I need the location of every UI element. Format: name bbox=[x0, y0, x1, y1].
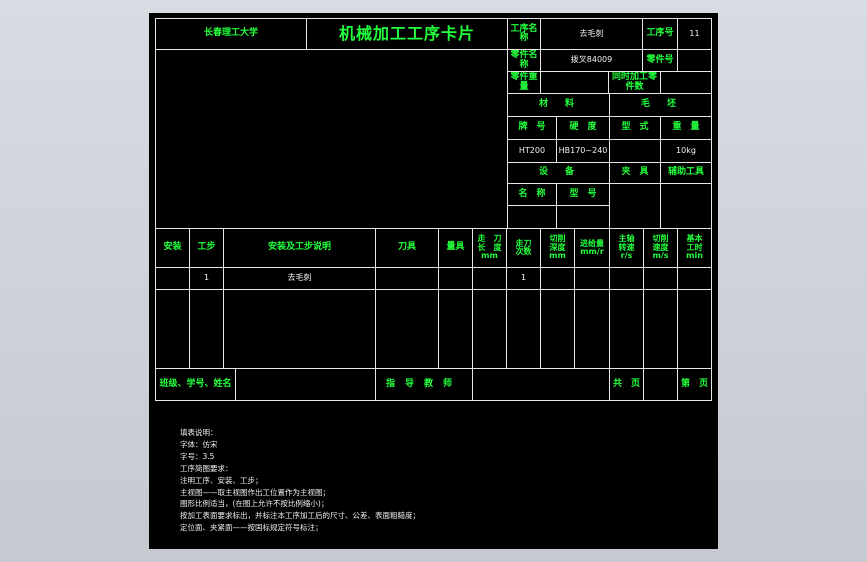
row1-description: 去毛刺 bbox=[223, 267, 376, 290]
blank-row-spindle bbox=[609, 289, 644, 369]
note-line: 字体：仿宋 bbox=[180, 439, 218, 449]
time-line-3: min bbox=[686, 251, 703, 261]
advisor-label: 指导教师 bbox=[375, 368, 473, 401]
blank-row-passes bbox=[506, 289, 541, 369]
signature-value bbox=[235, 368, 376, 401]
equipment-name-label: 名 称 bbox=[507, 183, 557, 206]
col-header-travel-length: 走 刀 长 度 mm bbox=[472, 228, 507, 268]
note-line: 工序简图要求： bbox=[180, 463, 233, 473]
process-no-label: 工序号 bbox=[642, 18, 678, 50]
row1-depth bbox=[540, 267, 575, 290]
hardness-value: HB170~240 bbox=[556, 139, 610, 163]
feed-line-2: mm/r bbox=[580, 247, 604, 256]
material-grade-value: HT200 bbox=[507, 139, 557, 163]
process-sketch-area bbox=[155, 49, 508, 229]
row1-time bbox=[677, 267, 712, 290]
depth-line-3: mm bbox=[549, 251, 566, 261]
col-header-cut-depth: 切削 深度 mm bbox=[540, 228, 575, 268]
blank-row-time bbox=[677, 289, 712, 369]
aux-tool-value bbox=[660, 183, 712, 229]
note-line: 填表说明： bbox=[180, 428, 218, 437]
part-weight-value bbox=[540, 71, 609, 94]
blank-row-travel bbox=[472, 289, 507, 369]
material-section-label: 材 料 bbox=[507, 93, 610, 117]
sheet-no-label: 第 页 bbox=[677, 368, 712, 401]
blank-row-speed bbox=[643, 289, 678, 369]
process-name-value: 去毛刺 bbox=[540, 18, 643, 50]
fixture-label: 夹 具 bbox=[609, 162, 661, 184]
filling-instructions: 填表说明： 字体：仿宋 字号：3.5 工序简图要求： 注明工序、安装、工步； 主… bbox=[180, 427, 420, 534]
note-line: 定位面、夹紧面——按国标规定符号标注； bbox=[180, 523, 323, 533]
blank-type-label: 型 式 bbox=[609, 116, 661, 140]
fixture-value bbox=[609, 183, 661, 229]
passes-line-2: 次数 bbox=[515, 247, 532, 256]
note-line: 字号：3.5 bbox=[180, 451, 215, 461]
col-header-description: 安装及工步说明 bbox=[223, 228, 376, 268]
card-title: 机械加工工序卡片 bbox=[306, 18, 508, 50]
spindle-line-3: r/s bbox=[620, 251, 633, 261]
part-no-label: 零件号 bbox=[642, 49, 678, 72]
blank-row-tool bbox=[375, 289, 439, 369]
equipment-model-label: 型 号 bbox=[556, 183, 610, 206]
material-grade-label: 牌 号 bbox=[507, 116, 557, 140]
row1-feed bbox=[574, 267, 610, 290]
col-header-step: 工步 bbox=[189, 228, 224, 268]
row1-travel bbox=[472, 267, 507, 290]
col-header-spindle-speed: 主轴 转速 r/s bbox=[609, 228, 644, 268]
part-weight-label: 零件重量 bbox=[507, 71, 541, 94]
row1-passes: 1 bbox=[506, 267, 541, 290]
school-name: 长春理工大学 bbox=[155, 18, 307, 50]
blank-weight-label: 重 量 bbox=[660, 116, 712, 140]
blank-row-step bbox=[189, 289, 224, 369]
signature-label: 班级、学号、姓名 bbox=[155, 368, 236, 401]
blank-row-description bbox=[223, 289, 376, 369]
blank-section-label: 毛 坯 bbox=[609, 93, 712, 117]
row1-gauge bbox=[438, 267, 473, 290]
same-time-parts-label: 同时加工零件数 bbox=[608, 71, 661, 94]
part-no-value bbox=[677, 49, 712, 72]
sheet-total-value bbox=[643, 368, 678, 401]
speed-line-3: m/s bbox=[652, 251, 669, 261]
row1-tool bbox=[375, 267, 439, 290]
col-header-basic-time: 基本 工时 min bbox=[677, 228, 712, 268]
hardness-label: 硬 度 bbox=[556, 116, 610, 140]
sheet-total-label: 共 页 bbox=[609, 368, 644, 401]
part-name-value: 拨叉84009 bbox=[540, 49, 643, 72]
travel-line-3: mm bbox=[481, 251, 498, 261]
blank-row-depth bbox=[540, 289, 575, 369]
col-header-cut-speed: 切削 速度 m/s bbox=[643, 228, 678, 268]
advisor-value bbox=[472, 368, 610, 401]
row1-speed bbox=[643, 267, 678, 290]
note-line: 图形比例适当，(在图上允许不按比例缩小)； bbox=[180, 499, 329, 509]
process-no-value: 11 bbox=[677, 18, 712, 50]
row1-setup bbox=[155, 267, 190, 290]
col-header-tool: 刀具 bbox=[375, 228, 439, 268]
blank-row-feed bbox=[574, 289, 610, 369]
process-name-label: 工序名称 bbox=[507, 18, 541, 50]
blank-row-setup bbox=[155, 289, 190, 369]
note-line: 按加工表面要求标出，并标注本工序加工后的尺寸、公差、表面粗糙度； bbox=[180, 511, 420, 521]
blank-type-value bbox=[609, 139, 661, 163]
aux-tool-label: 辅助工具 bbox=[660, 162, 712, 184]
col-header-gauge: 量具 bbox=[438, 228, 473, 268]
col-header-feed: 进给量 mm/r bbox=[574, 228, 610, 268]
equipment-label: 设 备 bbox=[507, 162, 610, 184]
part-name-label: 零件名称 bbox=[507, 49, 541, 72]
same-time-parts-value bbox=[660, 71, 712, 94]
note-line: 注明工序、安装、工步； bbox=[180, 475, 263, 485]
equipment-model-value bbox=[556, 205, 610, 229]
row1-spindle bbox=[609, 267, 644, 290]
blank-row-gauge bbox=[438, 289, 473, 369]
row1-step: 1 bbox=[189, 267, 224, 290]
note-line: 主视图——取主视图作出工位置作为主视图； bbox=[180, 487, 330, 497]
equipment-name-value bbox=[507, 205, 557, 229]
blank-weight-value: 10kg bbox=[660, 139, 712, 163]
col-header-passes: 走刀 次数 bbox=[506, 228, 541, 268]
col-header-setup: 安装 bbox=[155, 228, 190, 268]
